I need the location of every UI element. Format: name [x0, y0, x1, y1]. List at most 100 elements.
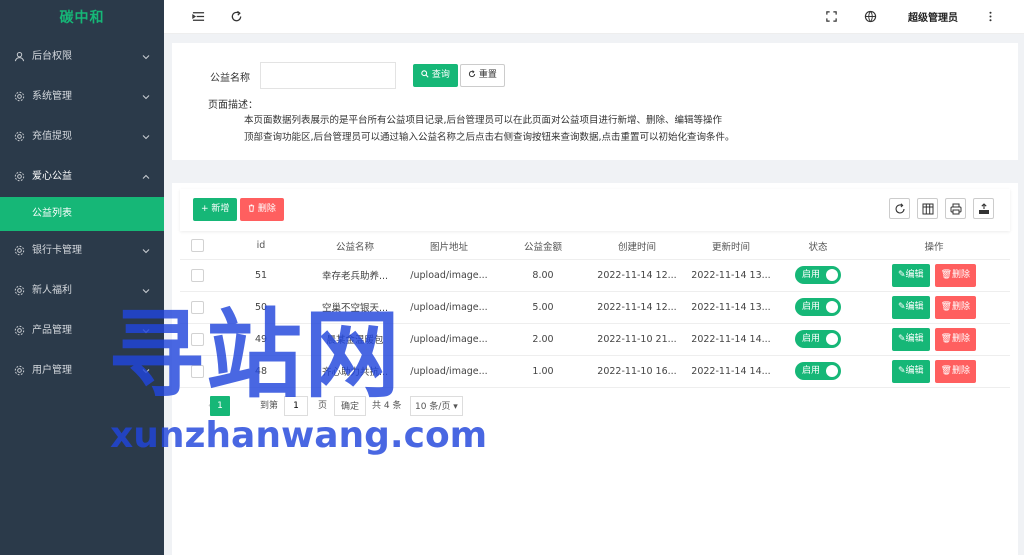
chevron-down-icon [142, 289, 150, 294]
trash-icon: 🗑 [940, 269, 952, 280]
table-row: 51 幸存老兵助养.../upload/image... 8.00 2022-11-1… [180, 259, 1010, 292]
gear-icon [14, 245, 25, 256]
toggle-knob [826, 269, 838, 281]
edit-label: 编辑 [905, 365, 924, 376]
edit-button[interactable]: ✎编辑 [891, 295, 930, 319]
sidebar-item[interactable]: 系统管理 [0, 77, 164, 117]
cell-status: 启用 [778, 259, 858, 292]
table-refresh-button[interactable] [889, 198, 910, 219]
toggle-knob [826, 333, 838, 345]
columns-icon [922, 203, 934, 215]
cell-amount: 1.00 [496, 355, 590, 388]
edit-label: 编辑 [905, 269, 924, 280]
cell-amount: 8.00 [496, 259, 590, 292]
description-title: 页面描述： [208, 100, 258, 111]
chevron-down-icon [142, 55, 150, 60]
refresh-icon[interactable] [230, 10, 243, 23]
gear-icon [14, 131, 25, 142]
collapse-menu-icon[interactable] [192, 10, 205, 23]
sidebar-item-label: 银行卡管理 [32, 245, 82, 256]
query-button[interactable]: 查询 [413, 64, 458, 87]
reset-icon [468, 70, 476, 78]
cell-name: 幸存老兵助养... [308, 259, 402, 292]
user-name[interactable]: 超级管理员 [908, 9, 958, 24]
sidebar-item-label: 后台权限 [32, 51, 72, 62]
chevron-down-icon [142, 95, 150, 100]
delete-button[interactable]: 🗑删除 [934, 295, 977, 319]
search-input[interactable] [260, 62, 396, 89]
delete-button[interactable]: 🗑删除 [934, 327, 977, 351]
cell-image-url: /upload/image... [402, 291, 496, 324]
sidebar-item-label: 产品管理 [32, 325, 72, 336]
sidebar-item-label: 新人福利 [32, 285, 72, 296]
trash-icon: 🗑 [940, 365, 952, 376]
cell-updated: 2022-11-14 13... [684, 259, 778, 292]
status-toggle[interactable]: 启用 [795, 330, 841, 348]
edit-icon: ✎ [897, 333, 906, 344]
status-toggle[interactable]: 启用 [795, 266, 841, 284]
page-size-select[interactable]: 10 条/页 ▾ [410, 396, 463, 416]
cell-status: 启用 [778, 355, 858, 388]
more-vertical-icon[interactable] [984, 10, 997, 23]
watermark-url: xunzhanwang.com [110, 415, 488, 456]
query-button-label: 查询 [431, 70, 450, 80]
column-header: 更新时间 [684, 233, 778, 260]
gear-icon [14, 285, 25, 296]
status-label: 启用 [802, 270, 821, 280]
column-header: 创建时间 [590, 233, 684, 260]
chevron-down-icon [142, 135, 150, 140]
description-line: 顶部查询功能区,后台管理员可以通过输入公益名称之后点击右侧查询按钮来查询数据,点… [244, 132, 735, 143]
export-button[interactable] [973, 198, 994, 219]
gear-icon [14, 325, 25, 336]
status-toggle[interactable]: 启用 [795, 362, 841, 380]
cell-created: 2022-11-14 12... [590, 291, 684, 324]
edit-button[interactable]: ✎编辑 [891, 327, 930, 351]
sidebar-item[interactable]: 爱心公益 [0, 157, 164, 197]
gear-icon [14, 91, 25, 102]
print-button[interactable] [945, 198, 966, 219]
cell-updated: 2022-11-14 14... [684, 323, 778, 356]
edit-label: 编辑 [905, 333, 924, 344]
sidebar-subitem-active[interactable]: 公益列表 [0, 197, 164, 231]
sidebar-item[interactable]: 后台权限 [0, 37, 164, 77]
sidebar-item[interactable]: 银行卡管理 [0, 231, 164, 271]
batch-delete-button[interactable]: 删除 [240, 198, 284, 221]
batch-delete-label: 删除 [257, 204, 276, 214]
row-checkbox[interactable] [190, 268, 204, 282]
row-select-cell [180, 259, 214, 292]
cell-created: 2022-11-14 12... [590, 259, 684, 292]
column-header: 公益金额 [496, 233, 590, 260]
search-label: 公益名称 [210, 73, 250, 84]
sidebar-item-label: 用户管理 [32, 365, 72, 376]
cell-updated: 2022-11-14 14... [684, 355, 778, 388]
watermark-logo: 寻站网 [108, 299, 402, 411]
column-header: 图片地址 [402, 233, 496, 260]
edit-button[interactable]: ✎编辑 [891, 263, 930, 287]
cell-actions: ✎编辑 🗑删除 [858, 355, 1010, 388]
columns-filter-button[interactable] [917, 198, 938, 219]
sidebar: 碳中和 后台权限 系统管理 充值提现 爱心公益 公益列表 银行卡管理 新人福利 产品管理 用户管… [0, 0, 164, 555]
cell-actions: ✎编辑 🗑删除 [858, 259, 1010, 292]
status-toggle[interactable]: 启用 [795, 298, 841, 316]
cell-status: 启用 [778, 291, 858, 324]
sidebar-item[interactable]: 充值提现 [0, 117, 164, 157]
trash-icon [248, 204, 255, 212]
page-size-value: 10 条/页 [415, 402, 451, 412]
chevron-up-icon [142, 174, 150, 179]
delete-button[interactable]: 🗑删除 [934, 359, 977, 383]
fullscreen-icon[interactable] [825, 10, 838, 23]
globe-icon[interactable] [864, 10, 877, 23]
gear-icon [14, 365, 25, 376]
delete-button[interactable]: 🗑删除 [934, 263, 977, 287]
search-panel: 公益名称 查询 重置 页面描述： 本页面数据列表展示的是平台所有公益项目记录,后… [172, 43, 1018, 160]
delete-label: 删除 [952, 269, 971, 280]
reset-button[interactable]: 重置 [460, 64, 505, 87]
edit-button[interactable]: ✎编辑 [891, 359, 930, 383]
cell-image-url: /upload/image... [402, 355, 496, 388]
select-all-checkbox[interactable] [190, 239, 204, 253]
trash-icon: 🗑 [940, 301, 952, 312]
delete-label: 删除 [952, 333, 971, 344]
table-header-row: id 公益名称 图片地址 公益金额 创建时间 更新时间 状态 操作 [180, 233, 1010, 260]
cell-created: 2022-11-10 21... [590, 323, 684, 356]
add-button[interactable]: + 新增 [193, 198, 238, 221]
